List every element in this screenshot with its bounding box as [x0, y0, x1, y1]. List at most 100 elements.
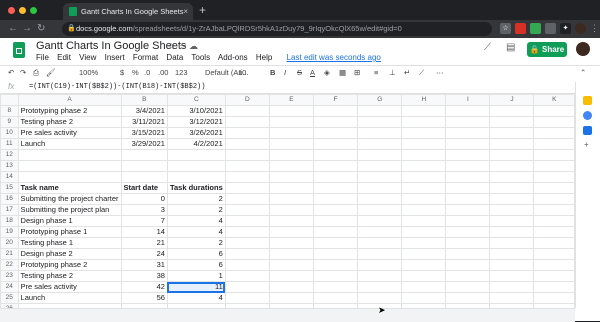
empty-cell[interactable]: [313, 292, 359, 304]
sheets-logo-icon[interactable]: [13, 42, 25, 58]
empty-cell[interactable]: [357, 193, 403, 205]
puzzle-icon[interactable]: ✦: [560, 23, 571, 34]
row-number[interactable]: 21: [0, 248, 19, 260]
empty-cell[interactable]: [313, 171, 359, 183]
cell-duration[interactable]: 2: [166, 237, 226, 249]
empty-cell[interactable]: [533, 259, 575, 271]
empty-cell[interactable]: [268, 193, 315, 205]
empty-cell[interactable]: [313, 259, 359, 271]
fill-color-icon[interactable]: ◈: [324, 68, 330, 77]
row-number[interactable]: 16: [0, 193, 19, 205]
empty-cell[interactable]: [268, 281, 315, 293]
star-icon[interactable]: ☆: [500, 23, 511, 34]
cell-task-name[interactable]: Task name: [17, 182, 122, 194]
empty-cell[interactable]: [489, 138, 535, 150]
empty-cell[interactable]: [224, 204, 270, 216]
empty-cell[interactable]: [224, 237, 270, 249]
add-ons-icon[interactable]: +: [584, 140, 589, 149]
profile-avatar[interactable]: [575, 23, 586, 34]
empty-cell[interactable]: [224, 248, 270, 260]
maximize-window-button[interactable]: [30, 7, 37, 14]
empty-cell[interactable]: [313, 270, 359, 282]
more-formats-button[interactable]: 123: [175, 68, 188, 77]
row-number[interactable]: 22: [0, 259, 19, 271]
empty-cell[interactable]: [357, 105, 403, 117]
empty-cell[interactable]: [224, 259, 270, 271]
empty-cell[interactable]: [357, 248, 403, 260]
row-number[interactable]: 25: [0, 292, 19, 304]
cell-start[interactable]: 42: [120, 281, 168, 293]
cell-start[interactable]: 56: [120, 292, 168, 304]
empty-cell[interactable]: [268, 259, 315, 271]
empty-cell[interactable]: [313, 281, 359, 293]
cell-start[interactable]: 31: [120, 259, 168, 271]
empty-cell[interactable]: [313, 160, 359, 172]
cell-task-name[interactable]: Launch: [17, 138, 122, 150]
row-number[interactable]: 15: [0, 182, 19, 194]
empty-cell[interactable]: [357, 127, 403, 139]
empty-cell[interactable]: [401, 171, 447, 183]
cell-duration[interactable]: 6: [166, 259, 226, 271]
empty-cell[interactable]: [489, 116, 535, 128]
empty-cell[interactable]: [401, 215, 447, 227]
menu-help[interactable]: Help: [256, 53, 272, 62]
column-header[interactable]: C: [166, 94, 226, 106]
cell-task-name[interactable]: Submitting the project charter: [17, 193, 122, 205]
new-tab-button[interactable]: +: [199, 3, 206, 17]
empty-cell[interactable]: [445, 237, 491, 249]
empty-cell[interactable]: [401, 270, 447, 282]
empty-cell[interactable]: [268, 182, 315, 194]
close-window-button[interactable]: [8, 7, 15, 14]
menu-data[interactable]: Data: [166, 53, 183, 62]
column-header[interactable]: E: [268, 94, 315, 106]
browser-tab[interactable]: Gantt Charts In Google Sheets ×: [63, 3, 193, 20]
align-left-icon[interactable]: ≡: [374, 68, 378, 77]
menu-format[interactable]: Format: [133, 53, 158, 62]
empty-cell[interactable]: [489, 127, 535, 139]
empty-cell[interactable]: [268, 127, 315, 139]
cell-task-name[interactable]: Testing phase 2: [17, 116, 122, 128]
empty-cell[interactable]: [533, 248, 575, 260]
cell-task-name[interactable]: Design phase 1: [17, 215, 122, 227]
text-color-button[interactable]: A: [310, 68, 315, 77]
empty-cell[interactable]: [489, 226, 535, 238]
cell-task-name[interactable]: [17, 149, 122, 161]
currency-format-button[interactable]: $: [120, 68, 124, 77]
empty-cell[interactable]: [313, 105, 359, 117]
cell-duration[interactable]: [166, 160, 226, 172]
cell-start[interactable]: 0: [120, 193, 168, 205]
empty-cell[interactable]: [268, 248, 315, 260]
cell-duration[interactable]: [166, 171, 226, 183]
more-tools-icon[interactable]: ⋯: [436, 68, 444, 77]
empty-cell[interactable]: [357, 182, 403, 194]
keep-icon[interactable]: [583, 96, 592, 105]
column-header[interactable]: I: [445, 94, 491, 106]
empty-cell[interactable]: [357, 138, 403, 150]
row-number[interactable]: 11: [0, 138, 19, 150]
empty-cell[interactable]: [401, 204, 447, 216]
cell-start[interactable]: 38: [120, 270, 168, 282]
empty-cell[interactable]: [445, 127, 491, 139]
empty-cell[interactable]: [401, 160, 447, 172]
empty-cell[interactable]: [445, 138, 491, 150]
empty-cell[interactable]: [445, 182, 491, 194]
bold-button[interactable]: B: [270, 68, 275, 77]
empty-cell[interactable]: [313, 149, 359, 161]
empty-cell[interactable]: [268, 226, 315, 238]
empty-cell[interactable]: [224, 215, 270, 227]
empty-cell[interactable]: [224, 149, 270, 161]
row-number[interactable]: 13: [0, 160, 19, 172]
empty-cell[interactable]: [224, 182, 270, 194]
cell-duration[interactable]: 4: [166, 292, 226, 304]
empty-cell[interactable]: [401, 116, 447, 128]
empty-cell[interactable]: [224, 193, 270, 205]
row-number[interactable]: 14: [0, 171, 19, 183]
empty-cell[interactable]: [489, 160, 535, 172]
empty-cell[interactable]: [445, 259, 491, 271]
empty-cell[interactable]: [357, 226, 403, 238]
menu-view[interactable]: View: [79, 53, 96, 62]
empty-cell[interactable]: [533, 171, 575, 183]
empty-cell[interactable]: [313, 193, 359, 205]
star-icon[interactable]: ☆: [167, 41, 175, 52]
empty-cell[interactable]: [401, 193, 447, 205]
